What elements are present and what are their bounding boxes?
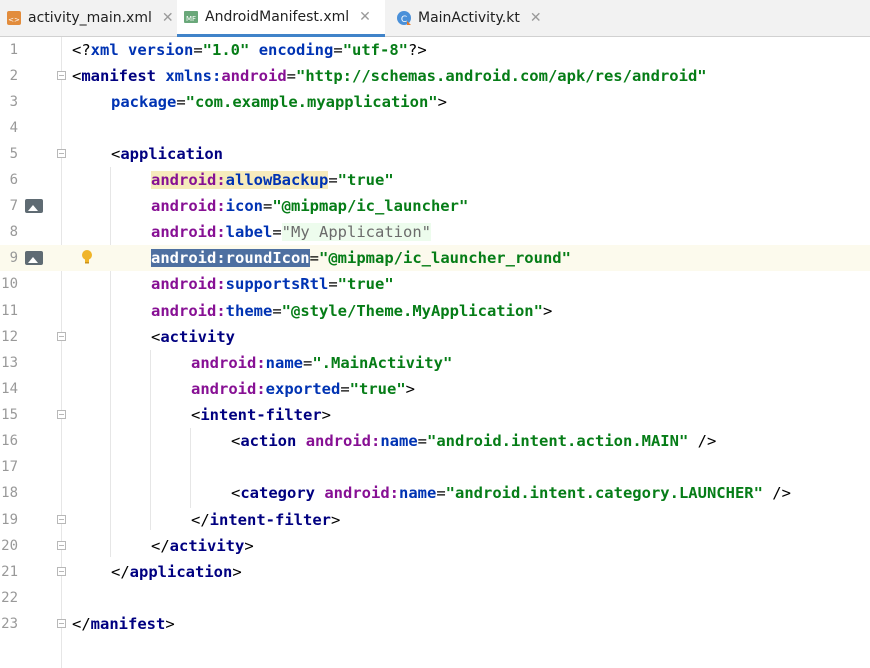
fold-toggle-icon[interactable]: [57, 515, 66, 524]
code-line: 16 <action android:name="android.intent.…: [0, 428, 870, 454]
line-number: 10: [1, 276, 18, 292]
code-text: <action android:name="android.intent.act…: [231, 432, 717, 450]
code-line: 2 <manifest xmlns:android="http://schema…: [0, 63, 870, 89]
code-text: </manifest>: [72, 615, 175, 633]
manifest-icon: MF: [183, 9, 199, 25]
svg-text:<>: <>: [8, 16, 20, 24]
line-number: 12: [1, 329, 18, 345]
fold-toggle-icon[interactable]: [57, 332, 66, 341]
code-text: android:allowBackup="true": [151, 171, 394, 189]
line-number: 18: [1, 485, 18, 501]
code-line: 12 <activity: [0, 324, 870, 350]
code-line: 1 <?xml version="1.0" encoding="utf-8"?>: [0, 37, 870, 63]
close-icon[interactable]: ✕: [530, 10, 542, 26]
line-number: 22: [1, 590, 18, 606]
code-line: 13 android:name=".MainActivity": [0, 350, 870, 376]
code-line: 22: [0, 585, 870, 611]
line-number: 9: [9, 250, 18, 266]
code-text: android:label="My Application": [151, 223, 431, 241]
line-number: 14: [1, 381, 18, 397]
code-line: 23 </manifest>: [0, 611, 870, 637]
code-text: android:supportsRtl="true": [151, 275, 394, 293]
code-text: <?xml version="1.0" encoding="utf-8"?>: [72, 41, 427, 59]
code-line: 6 android:allowBackup="true": [0, 167, 870, 193]
close-icon[interactable]: ✕: [359, 9, 371, 25]
line-number: 19: [1, 512, 18, 528]
code-line: 20 </activity>: [0, 533, 870, 559]
line-number: 2: [9, 68, 18, 84]
code-text: android:exported="true">: [191, 380, 415, 398]
line-number: 11: [1, 303, 18, 319]
tab-android-manifest[interactable]: MF AndroidManifest.xml ✕: [177, 0, 385, 37]
code-line: 17: [0, 454, 870, 480]
image-preview-icon[interactable]: [25, 251, 43, 265]
line-number: 13: [1, 355, 18, 371]
code-line: 8 android:label="My Application": [0, 219, 870, 245]
code-line: 7 android:icon="@mipmap/ic_launcher": [0, 193, 870, 219]
svg-text:C: C: [401, 15, 407, 25]
code-line: 19 </intent-filter>: [0, 507, 870, 533]
fold-toggle-icon[interactable]: [57, 619, 66, 628]
tab-activity-main[interactable]: <> activity_main.xml ✕: [0, 0, 174, 36]
tab-main-activity[interactable]: C MainActivity.kt ✕: [390, 0, 550, 36]
code-line: 4: [0, 115, 870, 141]
line-number: 20: [1, 538, 18, 554]
tab-label: activity_main.xml: [28, 10, 152, 26]
line-number: 7: [9, 198, 18, 214]
close-icon[interactable]: ✕: [162, 10, 174, 26]
line-number: 3: [9, 94, 18, 110]
fold-toggle-icon[interactable]: [57, 71, 66, 80]
code-text: android:icon="@mipmap/ic_launcher": [151, 197, 469, 215]
code-line: 14 android:exported="true">: [0, 376, 870, 402]
line-number: 23: [1, 616, 18, 632]
code-line: 11 android:theme="@style/Theme.MyApplica…: [0, 298, 870, 324]
fold-toggle-icon[interactable]: [57, 567, 66, 576]
editor-tab-bar: <> activity_main.xml ✕ MF AndroidManifes…: [0, 0, 870, 37]
line-number: 15: [1, 407, 18, 423]
code-text: package="com.example.myapplication">: [111, 93, 447, 111]
tab-label: AndroidManifest.xml: [205, 9, 350, 25]
code-text: </intent-filter>: [191, 511, 341, 529]
line-number: 21: [1, 564, 18, 580]
tab-label: MainActivity.kt: [418, 10, 520, 26]
image-preview-icon[interactable]: [25, 199, 43, 213]
line-number: 6: [9, 172, 18, 188]
code-text: <application: [111, 145, 223, 163]
code-text: </activity>: [151, 537, 254, 555]
code-text: android:roundIcon="@mipmap/ic_launcher_r…: [151, 249, 571, 267]
line-number: 8: [9, 224, 18, 240]
code-line: 18 <category android:name="android.inten…: [0, 480, 870, 506]
code-text: <intent-filter>: [191, 406, 332, 424]
fold-toggle-icon[interactable]: [57, 410, 66, 419]
code-line: 3 package="com.example.myapplication">: [0, 89, 870, 115]
line-number: 17: [1, 459, 18, 475]
line-number: 5: [9, 146, 18, 162]
fold-toggle-icon[interactable]: [57, 541, 66, 550]
line-number: 4: [9, 120, 18, 136]
code-text: <category android:name="android.intent.c…: [231, 484, 791, 502]
xml-layout-icon: <>: [6, 10, 22, 26]
code-text: android:name=".MainActivity": [191, 354, 453, 372]
code-line: 5 <application: [0, 141, 870, 167]
fold-toggle-icon[interactable]: [57, 149, 66, 158]
code-text: <activity: [151, 328, 235, 346]
code-text: <manifest xmlns:android="http://schemas.…: [72, 67, 707, 85]
code-line-current: 9 android:roundIcon="@mipmap/ic_launcher…: [0, 245, 870, 271]
code-text: </application>: [111, 563, 242, 581]
line-number: 16: [1, 433, 18, 449]
code-text: android:theme="@style/Theme.MyApplicatio…: [151, 302, 553, 320]
lightbulb-icon[interactable]: [80, 249, 94, 264]
code-line: 15 <intent-filter>: [0, 402, 870, 428]
code-line: 10 android:supportsRtl="true": [0, 271, 870, 297]
svg-text:MF: MF: [186, 15, 196, 23]
code-line: 21 </application>: [0, 559, 870, 585]
kotlin-class-icon: C: [396, 10, 412, 26]
line-number: 1: [9, 42, 18, 58]
